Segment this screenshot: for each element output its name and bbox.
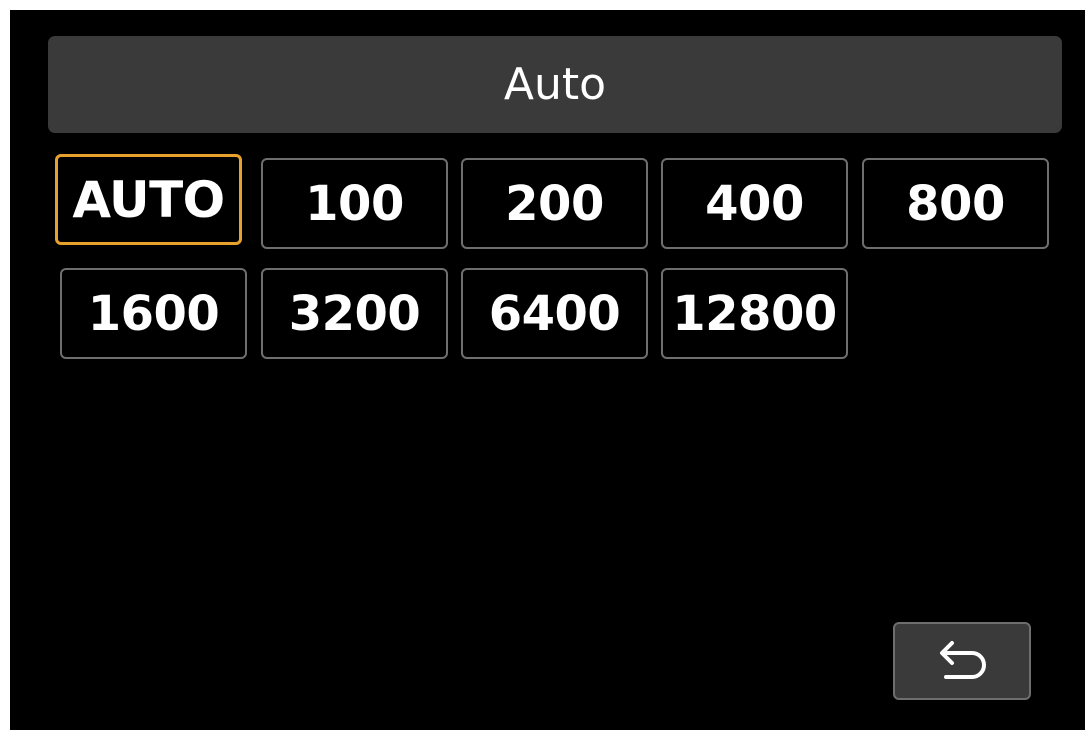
- iso-settings-screen: Auto AUTO 100 200 400 800 1600 3200 6400…: [10, 10, 1085, 730]
- iso-option-12800[interactable]: 12800: [661, 268, 848, 359]
- current-iso-value-header: Auto: [48, 36, 1062, 133]
- iso-option-1600[interactable]: 1600: [60, 268, 247, 359]
- back-button[interactable]: [893, 622, 1031, 700]
- iso-option-6400[interactable]: 6400: [461, 268, 648, 359]
- iso-option-400[interactable]: 400: [661, 158, 848, 249]
- header-title: Auto: [503, 59, 607, 110]
- iso-option-100[interactable]: 100: [261, 158, 448, 249]
- return-arrow-icon: [932, 639, 992, 683]
- iso-option-200[interactable]: 200: [461, 158, 648, 249]
- iso-option-800[interactable]: 800: [862, 158, 1049, 249]
- iso-option-auto[interactable]: AUTO: [55, 154, 242, 245]
- iso-option-3200[interactable]: 3200: [261, 268, 448, 359]
